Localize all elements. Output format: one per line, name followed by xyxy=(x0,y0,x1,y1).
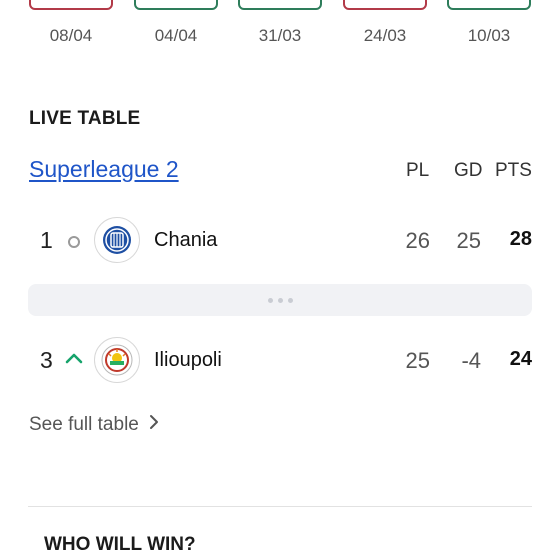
goal-difference-value: 25 xyxy=(456,228,481,253)
form-date: 10/03 xyxy=(467,26,511,45)
form-result-box[interactable] xyxy=(238,0,322,10)
dot xyxy=(278,298,283,303)
form-result-box[interactable] xyxy=(447,0,531,10)
table-row[interactable]: 3 Ilioupoli 25 -4 24 xyxy=(0,333,560,389)
column-header-gd: GD xyxy=(454,160,483,181)
chevron-right-icon xyxy=(149,414,159,436)
points-value: 24 xyxy=(509,348,532,370)
live-table-title: LIVE TABLE xyxy=(29,108,141,129)
dot xyxy=(288,298,293,303)
team-name: Ilioupoli xyxy=(154,349,222,371)
form-date: 08/04 xyxy=(49,26,93,45)
expand-hidden-rows-button[interactable] xyxy=(28,284,532,316)
form-result-box[interactable] xyxy=(134,0,218,10)
goal-difference-value: -4 xyxy=(461,348,481,373)
ilioupoli-crest-icon xyxy=(94,337,140,383)
see-full-table-link[interactable]: See full table xyxy=(29,414,159,436)
form-date: 24/03 xyxy=(363,26,407,45)
team-position: 1 xyxy=(40,227,53,253)
league-link[interactable]: Superleague 2 xyxy=(29,156,179,183)
points-value: 28 xyxy=(509,228,532,250)
form-result-box[interactable] xyxy=(343,0,427,10)
chania-crest-icon xyxy=(94,217,140,263)
played-value: 26 xyxy=(405,228,430,253)
who-will-win-title: WHO WILL WIN? xyxy=(44,534,196,555)
column-header-pl: PL xyxy=(406,160,430,181)
form-date: 31/03 xyxy=(258,26,302,45)
dot xyxy=(268,298,273,303)
trend-up-icon xyxy=(64,351,84,370)
team-position: 3 xyxy=(40,347,53,373)
table-row[interactable]: 1 Chania 26 25 28 xyxy=(0,213,560,269)
played-value: 25 xyxy=(405,348,430,373)
column-header-pts: PTS xyxy=(495,160,532,181)
section-divider xyxy=(28,506,532,507)
form-date: 04/04 xyxy=(154,26,198,45)
trend-neutral-icon xyxy=(68,236,80,248)
see-full-table-label: See full table xyxy=(29,414,139,435)
form-result-box[interactable] xyxy=(29,0,113,10)
team-name: Chania xyxy=(154,229,218,251)
